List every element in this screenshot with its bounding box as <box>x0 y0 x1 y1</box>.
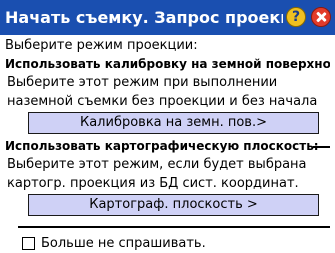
dont-ask-checkbox[interactable] <box>22 237 35 250</box>
close-icon[interactable] <box>311 7 331 27</box>
map-plane-desc-line1: Выберите этот режим, если будет выбрана <box>7 157 307 172</box>
divider <box>18 226 330 228</box>
window-title: Начать съемку. Запрос проекци <box>5 8 283 27</box>
title-bar: Начать съемку. Запрос проекци <box>0 0 335 35</box>
prompt-text: Выберите режим проекции: <box>5 38 198 53</box>
map-plane-heading: Использовать картографическую плоскость: <box>5 139 319 153</box>
map-plane-button[interactable]: Картограф. плоскость > <box>28 194 319 216</box>
ground-calibration-desc-line1: Выберите этот режим при выполнении <box>7 75 278 90</box>
help-icon[interactable] <box>286 7 306 27</box>
ground-calibration-button[interactable]: Калибровка на земн. пов.> <box>28 112 319 134</box>
ground-calibration-heading: Использовать калибровку на земной поверх… <box>5 57 330 71</box>
map-plane-desc-line2: картогр. проекция из БД сист. координат. <box>7 176 299 191</box>
dont-ask-label[interactable]: Больше не спрашивать. <box>41 236 206 251</box>
heading-rule <box>313 146 330 148</box>
ground-calibration-desc-line2: наземной съемки без проекции и без начал… <box>7 94 318 109</box>
